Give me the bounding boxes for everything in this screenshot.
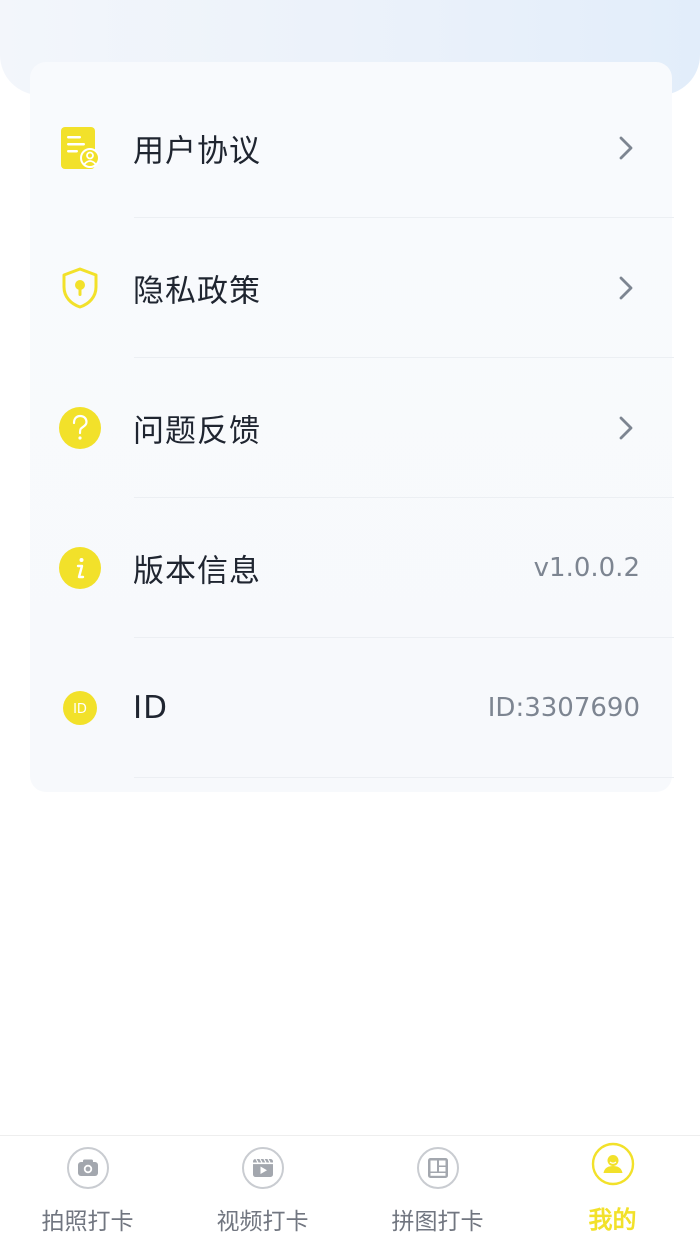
chevron-right-icon <box>619 136 633 160</box>
info-icon <box>59 547 101 589</box>
tab-label: 拼图打卡 <box>391 1209 484 1235</box>
menu-item-label: 问题反馈 <box>133 413 261 450</box>
id-icon: ID <box>63 691 97 725</box>
chevron-right-icon <box>619 276 633 300</box>
chevron-right-icon <box>619 416 633 440</box>
document-user-icon <box>61 127 100 169</box>
menu-item-label: 版本信息 <box>133 553 261 590</box>
menu-item-feedback[interactable]: 问题反馈 <box>30 358 674 498</box>
tab-mine[interactable]: 我的 <box>525 1136 700 1244</box>
tab-label: 拍照打卡 <box>41 1209 134 1235</box>
menu-item-id: ID ID ID:3307690 <box>30 638 674 778</box>
divider <box>134 777 674 778</box>
question-icon <box>59 407 101 449</box>
shield-lock-icon <box>62 267 98 309</box>
id-value: ID:3307690 <box>487 693 640 723</box>
tab-photo-checkin[interactable]: 拍照打卡 <box>0 1136 175 1244</box>
version-value: v1.0.0.2 <box>533 553 640 583</box>
menu-item-label: ID <box>133 690 169 726</box>
tab-label: 我的 <box>588 1206 637 1234</box>
collage-icon <box>416 1147 459 1189</box>
menu-item-label: 用户协议 <box>133 133 261 170</box>
menu-item-version: 版本信息 v1.0.0.2 <box>30 498 674 638</box>
page: 用户协议 隐私政策 问题反馈 版本信息 v1.0.0.2 ID ID ID:33… <box>0 0 700 1244</box>
menu-item-user-agreement[interactable]: 用户协议 <box>30 78 674 218</box>
menu-item-label: 隐私政策 <box>133 273 261 310</box>
tab-label: 视频打卡 <box>216 1209 309 1235</box>
video-icon <box>241 1147 284 1189</box>
camera-icon <box>66 1147 109 1189</box>
svg-text:ID: ID <box>73 702 87 717</box>
tab-video-checkin[interactable]: 视频打卡 <box>175 1136 350 1244</box>
menu-item-privacy-policy[interactable]: 隐私政策 <box>30 218 674 358</box>
tab-collage-checkin[interactable]: 拼图打卡 <box>350 1136 525 1244</box>
bottom-tab-bar: 拍照打卡 视频打卡 拼图打卡 我的 <box>0 1135 700 1244</box>
profile-icon <box>591 1142 634 1186</box>
